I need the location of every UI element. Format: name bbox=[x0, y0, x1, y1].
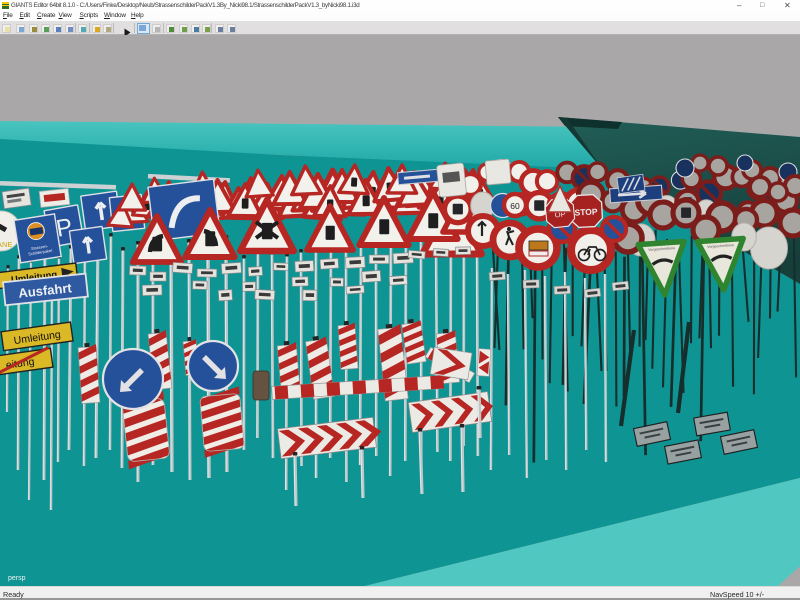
svg-text:ANE: ANE bbox=[0, 240, 12, 249]
svg-text:60: 60 bbox=[510, 201, 520, 211]
svg-text:STOP: STOP bbox=[574, 206, 598, 217]
